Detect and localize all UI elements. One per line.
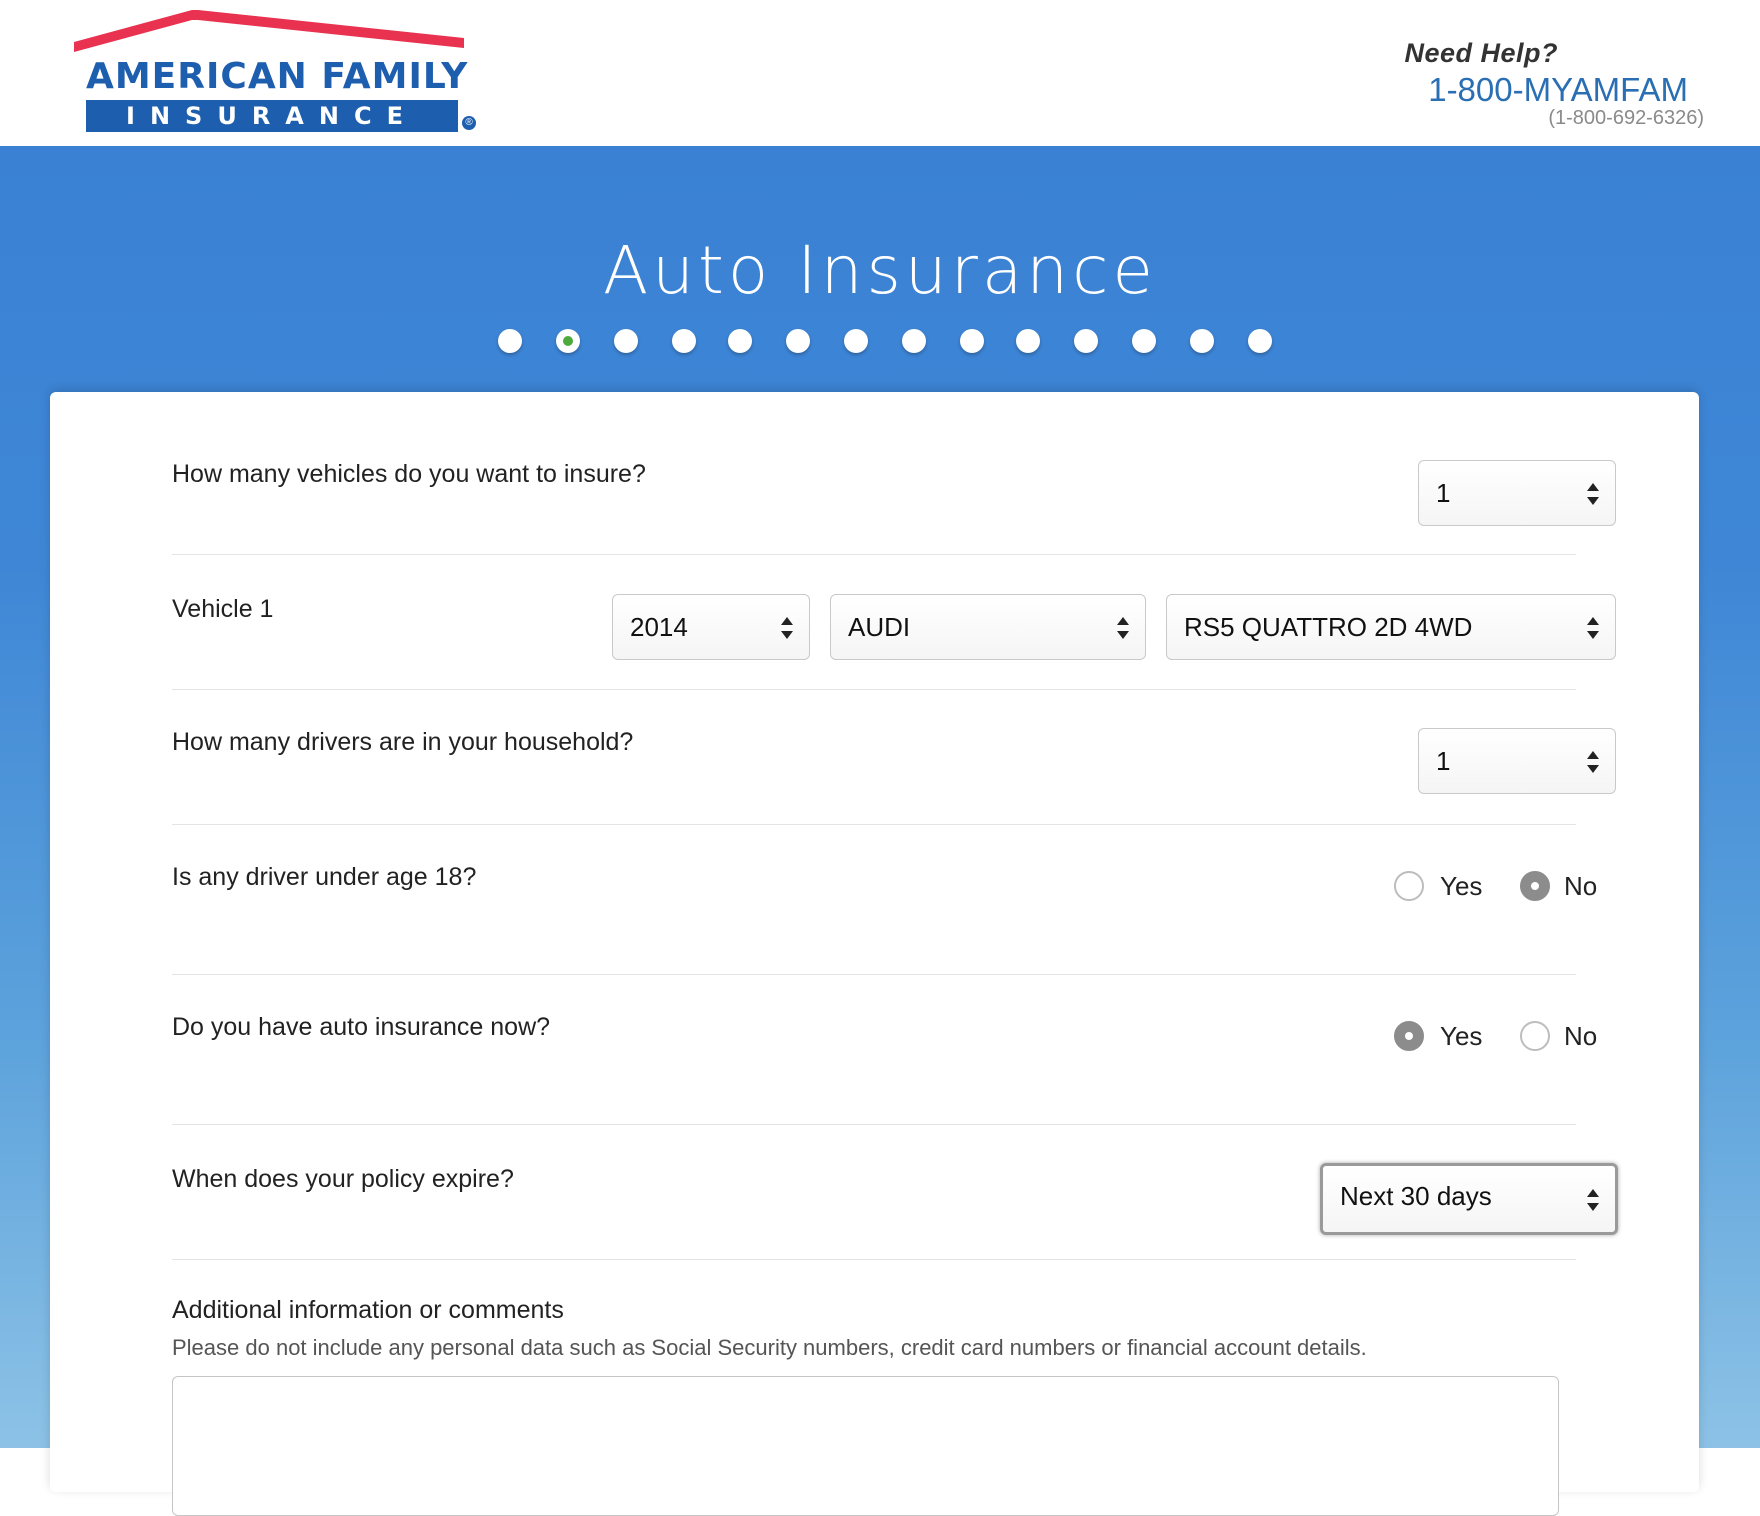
comments-title: Additional information or comments — [172, 1296, 564, 1324]
up-down-arrows-icon — [1587, 617, 1599, 639]
under-18-yes-label[interactable]: Yes — [1440, 871, 1482, 902]
up-down-arrows-icon — [781, 617, 793, 639]
progress-dot — [614, 329, 638, 353]
progress-dot — [498, 329, 522, 353]
vehicle-year-value: 2014 — [630, 612, 688, 642]
current-insurance-row: Do you have auto insurance now? Yes No — [172, 975, 1597, 1125]
vehicle-model-value: RS5 QUATTRO 2D 4WD — [1184, 612, 1473, 642]
progress-dot — [960, 329, 984, 353]
phone-vanity-link[interactable]: 1-800-MYAMFAM — [1404, 71, 1688, 109]
vehicles-count-select[interactable]: 1 — [1418, 460, 1616, 526]
phone-number: (1-800-692-6326) — [1548, 107, 1704, 129]
policy-expire-value: Next 30 days — [1340, 1181, 1492, 1211]
current-insurance-yes-radio[interactable] — [1394, 1021, 1424, 1051]
up-down-arrows-icon — [1587, 751, 1599, 773]
progress-dot — [902, 329, 926, 353]
need-help-label: Need Help? — [1404, 38, 1558, 68]
up-down-arrows-icon — [1587, 483, 1599, 505]
under-18-no-label[interactable]: No — [1564, 871, 1597, 902]
current-insurance-yes-label[interactable]: Yes — [1440, 1021, 1482, 1052]
drivers-count-select[interactable]: 1 — [1418, 728, 1616, 794]
vehicles-question: How many vehicles do you want to insure? — [172, 460, 646, 488]
registered-mark: ® — [462, 116, 476, 130]
drivers-question: How many drivers are in your household? — [172, 728, 634, 756]
progress-dot — [1074, 329, 1098, 353]
drivers-count-value: 1 — [1436, 746, 1451, 776]
current-insurance-no-radio[interactable] — [1520, 1021, 1550, 1051]
up-down-arrows-icon — [1587, 1189, 1599, 1211]
progress-dot — [1248, 329, 1272, 353]
vehicle-make-select[interactable]: AUDI — [830, 594, 1146, 660]
page-title: Auto Insurance — [602, 232, 1158, 309]
vehicle-make-value: AUDI — [848, 612, 911, 642]
quote-form-card: How many vehicles do you want to insure?… — [50, 392, 1699, 1516]
comments-privacy-note: Please do not include any personal data … — [172, 1335, 1367, 1360]
site-header: AMERICAN FAMILY INSURANCE ® Need Help? 1… — [0, 0, 1760, 146]
vehicle-1-row: Vehicle 1 2014 AUDI RS5 QUATTRO 2D 4WD — [172, 555, 1616, 690]
up-down-arrows-icon — [1117, 617, 1129, 639]
comments-textarea[interactable] — [172, 1376, 1559, 1516]
policy-expire-select[interactable]: Next 30 days — [1320, 1163, 1618, 1235]
progress-dot — [728, 329, 752, 353]
drivers-count-row: How many drivers are in your household? … — [172, 690, 1616, 825]
vehicle-model-select[interactable]: RS5 QUATTRO 2D 4WD — [1166, 594, 1616, 660]
logo-line2: INSURANCE — [86, 100, 458, 132]
under-18-row: Is any driver under age 18? Yes No — [172, 825, 1597, 975]
under-18-no-radio[interactable] — [1520, 871, 1550, 901]
progress-dot — [844, 329, 868, 353]
progress-dot — [1016, 329, 1040, 353]
current-insurance-question: Do you have auto insurance now? — [172, 1013, 551, 1041]
vehicle-1-label: Vehicle 1 — [172, 595, 274, 623]
under-18-yes-radio[interactable] — [1394, 871, 1424, 901]
progress-dot — [672, 329, 696, 353]
progress-dot — [1190, 329, 1214, 353]
vehicles-count-row: How many vehicles do you want to insure?… — [172, 392, 1616, 555]
current-insurance-no-label[interactable]: No — [1564, 1021, 1597, 1052]
american-family-logo[interactable]: AMERICAN FAMILY INSURANCE ® — [74, 8, 484, 132]
under-18-question: Is any driver under age 18? — [172, 863, 477, 891]
policy-expire-row: When does your policy expire? Next 30 da… — [172, 1125, 1618, 1260]
progress-dot — [1132, 329, 1156, 353]
roof-logo-icon — [74, 10, 464, 52]
help-contact: Need Help? 1-800-MYAMFAM (1-800-692-6326… — [1404, 38, 1704, 130]
progress-dot — [786, 329, 810, 353]
vehicle-year-select[interactable]: 2014 — [612, 594, 810, 660]
policy-expire-question: When does your policy expire? — [172, 1165, 514, 1193]
logo-line1: AMERICAN FAMILY — [86, 56, 469, 97]
vehicles-count-value: 1 — [1436, 478, 1451, 508]
progress-dot-active — [556, 329, 580, 353]
